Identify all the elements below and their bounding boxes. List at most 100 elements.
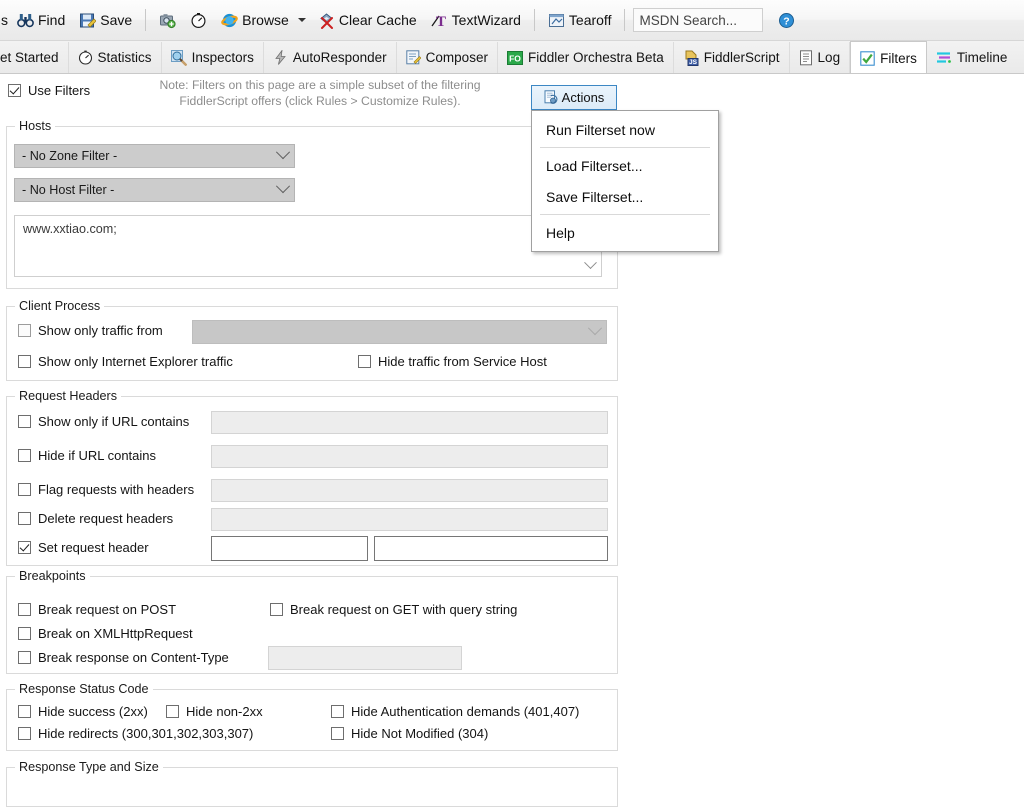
- zone-filter-combo[interactable]: - No Zone Filter -: [14, 144, 295, 168]
- set-request-header-value-input[interactable]: [374, 536, 608, 561]
- tab-composer[interactable]: Composer: [397, 42, 498, 73]
- break-on-xhr-row[interactable]: Break on XMLHttpRequest: [18, 627, 193, 640]
- tab-log[interactable]: Log: [790, 42, 851, 73]
- tab-autoresponder[interactable]: AutoResponder: [264, 42, 397, 73]
- hosts-group-title: Hosts: [15, 119, 56, 133]
- toolbar-tearoff[interactable]: Tearoff: [541, 5, 619, 35]
- host-filter-chevron-down-icon: [272, 178, 294, 197]
- actions-button[interactable]: Actions: [531, 85, 617, 110]
- tab-inspectors-label: Inspectors: [191, 50, 254, 65]
- toolbar-browse[interactable]: Browse: [214, 5, 296, 35]
- show-only-traffic-from-row[interactable]: Show only traffic from: [18, 324, 163, 337]
- toolbar-screenshot[interactable]: [152, 5, 183, 35]
- client-process-combo[interactable]: [192, 320, 607, 344]
- msdn-search-input[interactable]: MSDN Search...: [633, 8, 764, 32]
- tab-get-started[interactable]: et Started: [0, 42, 69, 73]
- tab-timeline[interactable]: Timeline: [927, 42, 1017, 73]
- hide-service-host-checkbox[interactable]: [358, 355, 371, 368]
- composer-icon: [405, 50, 422, 65]
- break-request-on-get-checkbox[interactable]: [270, 603, 283, 616]
- menu-help[interactable]: Help: [532, 217, 718, 248]
- tab-filters[interactable]: Filters: [850, 41, 927, 73]
- show-only-traffic-from-checkbox[interactable]: [18, 324, 31, 337]
- tab-statistics[interactable]: Statistics: [69, 42, 162, 73]
- tab-fiddler-orchestra[interactable]: FO Fiddler Orchestra Beta: [498, 42, 674, 73]
- show-only-if-url-contains-checkbox[interactable]: [18, 415, 31, 428]
- hide-non2xx-checkbox[interactable]: [166, 705, 179, 718]
- hide-if-url-contains-checkbox[interactable]: [18, 449, 31, 462]
- hide-service-host-row[interactable]: Hide traffic from Service Host: [358, 355, 547, 368]
- break-response-content-type-input[interactable]: [268, 646, 462, 670]
- host-filter-combo[interactable]: - No Host Filter -: [14, 178, 295, 202]
- break-request-on-post-checkbox[interactable]: [18, 603, 31, 616]
- delete-request-headers-input[interactable]: [211, 508, 608, 531]
- hide-redirects-row[interactable]: Hide redirects (300,301,302,303,307): [18, 727, 253, 740]
- show-only-if-url-contains-input[interactable]: [211, 411, 608, 434]
- menu-save-filterset-label: Save Filterset...: [546, 188, 644, 205]
- break-request-on-get-row[interactable]: Break request on GET with query string: [270, 603, 517, 616]
- toolbar-find[interactable]: Find: [10, 5, 72, 35]
- toolbar-timer[interactable]: [183, 5, 214, 35]
- hide-not-modified-row[interactable]: Hide Not Modified (304): [331, 727, 488, 740]
- break-request-on-get-label: Break request on GET with query string: [290, 602, 518, 617]
- response-status-code-group: Response Status Code: [6, 682, 618, 751]
- toolbar-clear-cache-label: Clear Cache: [338, 12, 417, 28]
- tab-fiddler-orchestra-label: Fiddler Orchestra Beta: [527, 50, 664, 65]
- hosts-scroll-down-icon[interactable]: [582, 255, 598, 273]
- actions-dropdown-menu: Run Filterset now Load Filterset... Save…: [531, 110, 719, 252]
- use-filters-checkbox-row[interactable]: Use Filters: [8, 84, 90, 97]
- timeline-icon: [936, 51, 952, 65]
- hide-non2xx-row[interactable]: Hide non-2xx: [166, 705, 263, 718]
- hide-success-checkbox[interactable]: [18, 705, 31, 718]
- show-only-ie-traffic-label: Show only Internet Explorer traffic: [38, 354, 233, 369]
- svg-text:FO: FO: [509, 53, 521, 63]
- hide-auth-demands-row[interactable]: Hide Authentication demands (401,407): [331, 705, 579, 718]
- breakpoints-group-title: Breakpoints: [15, 569, 90, 583]
- break-response-on-content-type-row[interactable]: Break response on Content-Type: [18, 651, 229, 664]
- show-only-ie-traffic-row[interactable]: Show only Internet Explorer traffic: [18, 355, 233, 368]
- break-request-on-post-row[interactable]: Break request on POST: [18, 603, 176, 616]
- break-on-xhr-checkbox[interactable]: [18, 627, 31, 640]
- toolbar-find-label: Find: [38, 12, 66, 28]
- hide-non2xx-label: Hide non-2xx: [186, 704, 263, 719]
- use-filters-checkbox[interactable]: [8, 84, 21, 97]
- hide-not-modified-checkbox[interactable]: [331, 727, 344, 740]
- break-response-on-content-type-checkbox[interactable]: [18, 651, 31, 664]
- menu-save-filterset[interactable]: Save Filterset...: [532, 181, 718, 212]
- statistics-icon: [78, 50, 93, 65]
- toolbar-help[interactable]: ?: [771, 5, 802, 35]
- client-process-chevron-down-icon: [584, 320, 606, 339]
- break-on-xhr-label: Break on XMLHttpRequest: [38, 626, 193, 641]
- toolbar-textwizard[interactable]: T TextWizard: [424, 5, 528, 35]
- tab-inspectors[interactable]: Inspectors: [162, 42, 264, 73]
- show-only-ie-traffic-checkbox[interactable]: [18, 355, 31, 368]
- hide-auth-demands-checkbox[interactable]: [331, 705, 344, 718]
- set-request-header-checkbox[interactable]: [18, 541, 31, 554]
- hide-if-url-contains-input[interactable]: [211, 445, 608, 468]
- tab-fiddlerscript[interactable]: JS FiddlerScript: [674, 42, 790, 73]
- delete-request-headers-row[interactable]: Delete request headers: [18, 512, 173, 525]
- hide-if-url-contains-row[interactable]: Hide if URL contains: [18, 449, 156, 462]
- toolbar-browse-dropdown-caret-icon[interactable]: [297, 18, 306, 22]
- flag-requests-with-headers-checkbox[interactable]: [18, 483, 31, 496]
- hosts-list-textarea[interactable]: www.xxtiao.com;: [14, 215, 602, 277]
- flag-requests-with-headers-row[interactable]: Flag requests with headers: [18, 483, 194, 496]
- break-request-on-post-label: Break request on POST: [38, 602, 177, 617]
- menu-separator-1: [540, 147, 710, 148]
- toolbar-save[interactable]: Save: [72, 5, 139, 35]
- tab-statistics-label: Statistics: [97, 50, 152, 65]
- menu-run-filterset-now[interactable]: Run Filterset now: [532, 114, 718, 145]
- hide-redirects-checkbox[interactable]: [18, 727, 31, 740]
- flag-requests-with-headers-input[interactable]: [211, 479, 608, 502]
- tab-get-started-label: et Started: [0, 50, 59, 65]
- delete-request-headers-checkbox[interactable]: [18, 512, 31, 525]
- show-only-if-url-contains-row[interactable]: Show only if URL contains: [18, 415, 189, 428]
- binoculars-icon: [17, 12, 34, 29]
- tab-fiddlerscript-label: FiddlerScript: [703, 50, 780, 65]
- set-request-header-name-input[interactable]: [211, 536, 368, 561]
- response-type-and-size-group: Response Type and Size: [6, 760, 618, 807]
- menu-load-filterset[interactable]: Load Filterset...: [532, 150, 718, 181]
- toolbar-clear-cache[interactable]: Clear Cache: [311, 5, 424, 35]
- set-request-header-row[interactable]: Set request header: [18, 541, 149, 554]
- hide-success-row[interactable]: Hide success (2xx): [18, 705, 148, 718]
